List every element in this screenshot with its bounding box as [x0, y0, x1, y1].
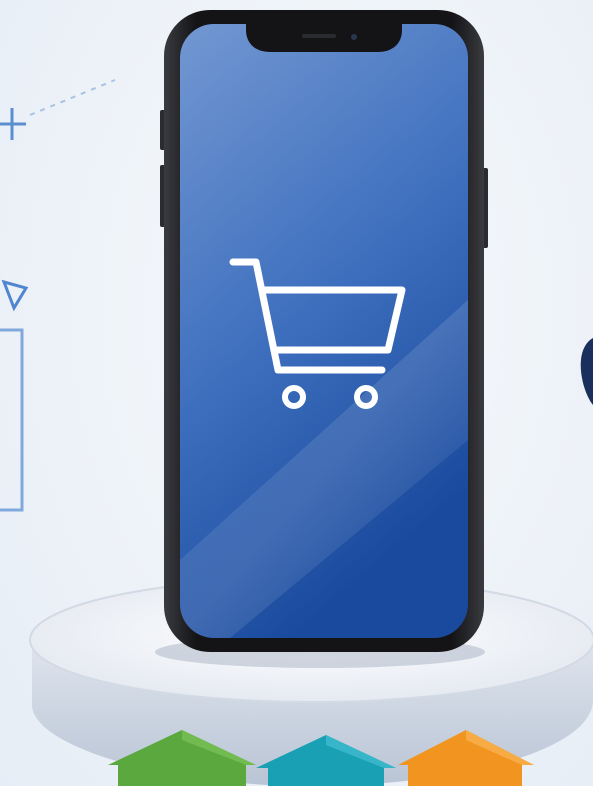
smartphone — [160, 10, 488, 652]
dashed-line — [29, 79, 116, 116]
triangle-outline-icon — [1, 279, 29, 312]
partial-dark-object — [580, 338, 593, 405]
illustration-canvas — [0, 0, 593, 786]
rectangle-outline-icon — [0, 328, 24, 512]
scene-svg — [0, 10, 593, 786]
plus-sign-icon — [0, 108, 26, 140]
